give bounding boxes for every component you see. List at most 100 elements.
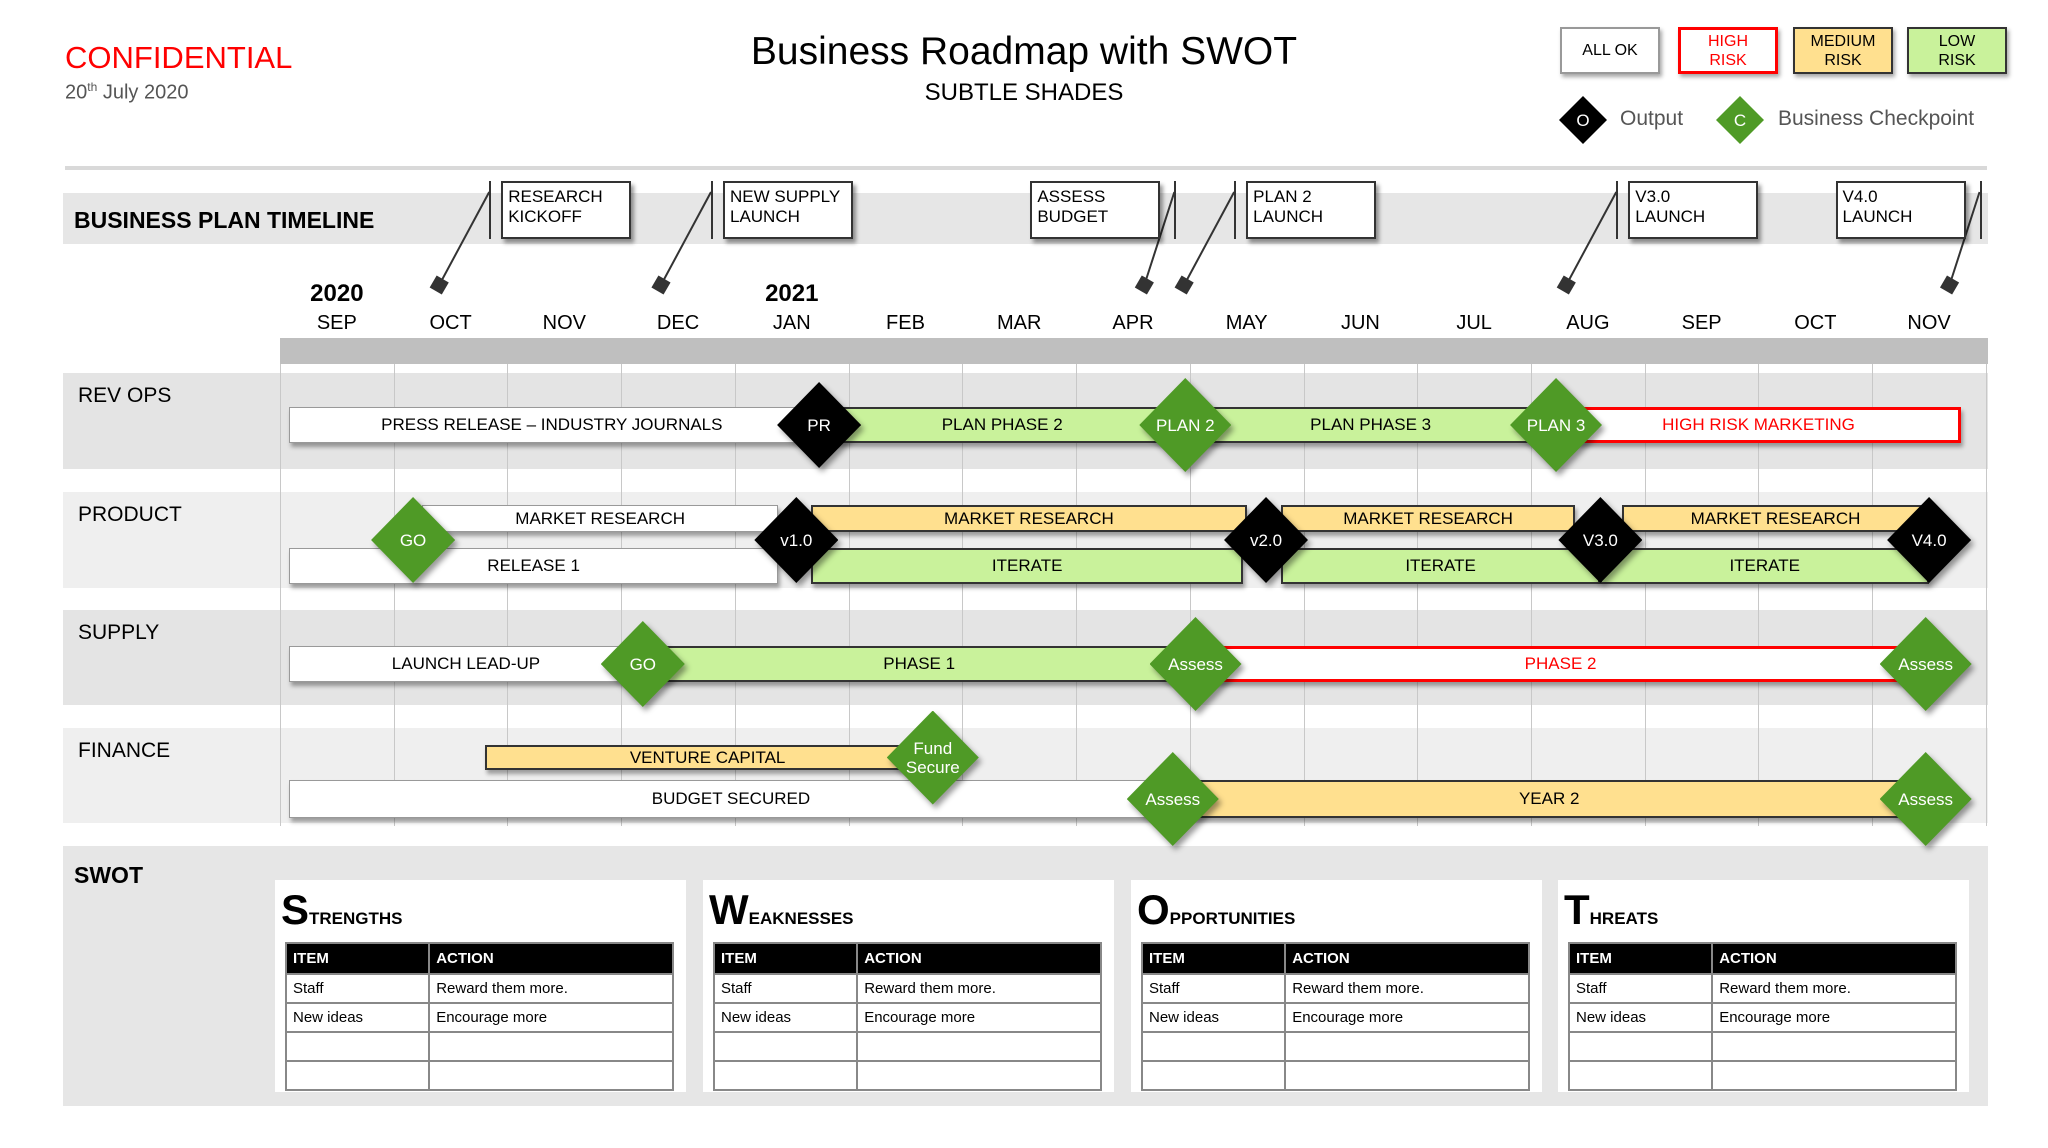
checkpoint-marker[interactable]: Assess bbox=[1126, 752, 1219, 846]
month-label: NOV bbox=[542, 312, 586, 334]
table-cell[interactable] bbox=[1284, 1031, 1530, 1062]
column-header: ITEM bbox=[712, 942, 859, 975]
milestone-callout: PLAN 2 LAUNCH bbox=[1246, 181, 1377, 239]
checkpoint-marker[interactable]: GO bbox=[600, 621, 685, 707]
marker-label: Assess bbox=[1898, 654, 1954, 674]
table-cell[interactable]: Staff bbox=[712, 973, 859, 1004]
table-cell[interactable]: Encourage more bbox=[856, 1002, 1102, 1033]
column-header: ACTION bbox=[428, 942, 674, 975]
table-cell[interactable] bbox=[284, 1060, 431, 1091]
month-label: FEB bbox=[886, 312, 925, 334]
table-header-row: ITEM ACTION bbox=[284, 942, 674, 975]
marker-label: v2.0 bbox=[1249, 530, 1283, 550]
table-cell[interactable]: Encourage more bbox=[428, 1002, 674, 1033]
table-cell[interactable]: New ideas bbox=[1567, 1002, 1714, 1033]
table-cell[interactable] bbox=[1567, 1031, 1714, 1062]
timeline-bar-low[interactable]: ITERATE bbox=[1280, 548, 1601, 584]
table-cell[interactable] bbox=[428, 1060, 674, 1091]
table-cell[interactable]: Staff bbox=[1140, 973, 1287, 1004]
table-cell[interactable] bbox=[1140, 1031, 1287, 1062]
table-cell[interactable]: Encourage more bbox=[1284, 1002, 1530, 1033]
table-cell[interactable]: Reward them more. bbox=[1711, 973, 1957, 1004]
table-cell[interactable]: New ideas bbox=[284, 1002, 431, 1033]
output-marker[interactable]: V4.0 bbox=[1887, 497, 1972, 583]
checkpoint-marker[interactable]: Assess bbox=[1879, 617, 1972, 711]
swot-panel: THREATS ITEM ACTION Staff Reward them more. N… bbox=[1558, 880, 1969, 1092]
milestone-callout-bar bbox=[1234, 181, 1237, 239]
table-cell[interactable]: New ideas bbox=[1140, 1002, 1287, 1033]
milestone-pin-icon bbox=[1556, 275, 1576, 295]
table-cell[interactable] bbox=[1284, 1060, 1530, 1091]
table-cell[interactable]: Staff bbox=[284, 973, 431, 1004]
checkpoint-marker[interactable]: Assess bbox=[1879, 752, 1972, 846]
table-cell[interactable]: Reward them more. bbox=[428, 973, 674, 1004]
output-marker[interactable]: v1.0 bbox=[754, 497, 839, 583]
table-row: New ideas Encourage more bbox=[712, 1002, 1102, 1033]
milestone-pin-icon bbox=[429, 275, 449, 295]
table-cell[interactable]: New ideas bbox=[712, 1002, 859, 1033]
timeline-bar-ok[interactable]: BUDGET SECURED bbox=[289, 780, 1173, 818]
marker-label: V3.0 bbox=[1582, 530, 1618, 550]
timeline-bar-medium[interactable]: YEAR 2 bbox=[1172, 780, 1926, 818]
column-header: ACTION bbox=[1711, 942, 1957, 975]
timeline-bar-high[interactable]: HIGH RISK MARKETING bbox=[1556, 407, 1961, 443]
timeline-bar-ok[interactable]: RELEASE 1 bbox=[289, 548, 779, 584]
output-marker[interactable]: v2.0 bbox=[1224, 497, 1309, 583]
year-label: 2021 bbox=[765, 280, 819, 307]
month-label: AUG bbox=[1566, 312, 1610, 334]
timeline-bar-low[interactable]: PLAN PHASE 3 bbox=[1185, 407, 1557, 443]
timeline-bar-ok[interactable]: LAUNCH LEAD-UP bbox=[289, 646, 643, 682]
milestone-connector-line bbox=[1565, 191, 1618, 286]
timeline-bar-low[interactable]: ITERATE bbox=[811, 548, 1244, 584]
table-cell[interactable] bbox=[712, 1031, 859, 1062]
timeline-bar-low[interactable]: PLAN PHASE 2 bbox=[819, 407, 1186, 443]
table-header-row: ITEM ACTION bbox=[712, 942, 1102, 975]
milestone-line-2: BUDGET bbox=[1037, 207, 1109, 226]
table-cell[interactable]: Staff bbox=[1567, 973, 1714, 1004]
timeline-bar-high[interactable]: PHASE 2 bbox=[1195, 646, 1926, 682]
month-label: MAY bbox=[1225, 312, 1268, 334]
table-cell[interactable] bbox=[856, 1031, 1102, 1062]
milestone-line-2: LAUNCH bbox=[1842, 207, 1913, 226]
marker-label: Assess bbox=[1898, 789, 1954, 809]
table-cell[interactable]: Reward them more. bbox=[856, 973, 1102, 1004]
table-row: New ideas Encourage more bbox=[1567, 1002, 1957, 1033]
timeline-bar-medium[interactable]: VENTURE CAPITAL bbox=[484, 745, 931, 770]
timeline-bar-low[interactable]: ITERATE bbox=[1600, 548, 1930, 584]
month-label: SEP bbox=[1681, 312, 1722, 334]
timeline-bar-medium[interactable]: MARKET RESEARCH bbox=[1622, 505, 1930, 532]
timeline-bar-ok[interactable]: PRESS RELEASE – INDUSTRY JOURNALS bbox=[289, 407, 815, 443]
checkpoint-marker[interactable]: PLAN 2 bbox=[1139, 378, 1232, 472]
marker-label: v1.0 bbox=[780, 530, 813, 550]
milestone-line-2: LAUNCH bbox=[1635, 207, 1706, 226]
table-row bbox=[1140, 1031, 1530, 1062]
milestone-callout-bar bbox=[1616, 181, 1619, 239]
table-cell[interactable] bbox=[1711, 1060, 1957, 1091]
checkpoint-marker[interactable]: PLAN 3 bbox=[1510, 378, 1603, 472]
timeline-bar-medium[interactable]: MARKET RESEARCH bbox=[1280, 505, 1576, 532]
table-cell[interactable] bbox=[284, 1031, 431, 1062]
milestone-callout: V3.0 LAUNCH bbox=[1628, 181, 1759, 239]
milestone-line-1: NEW SUPPLY bbox=[729, 187, 841, 206]
table-cell[interactable] bbox=[1711, 1031, 1957, 1062]
timeline-bar-low[interactable]: PHASE 1 bbox=[642, 646, 1196, 682]
output-marker[interactable]: V3.0 bbox=[1558, 497, 1643, 583]
heading-rest: EAKNESSES bbox=[748, 909, 854, 928]
swot-panel-heading: WEAKNESSES bbox=[709, 886, 854, 934]
milestone-callout: RESEARCH KICKOFF bbox=[501, 181, 632, 239]
table-cell[interactable] bbox=[856, 1060, 1102, 1091]
milestone-callout-bar bbox=[1174, 181, 1177, 239]
table-cell[interactable] bbox=[1140, 1060, 1287, 1091]
table-cell[interactable]: Reward them more. bbox=[1284, 973, 1530, 1004]
checkpoint-marker[interactable]: Assess bbox=[1149, 617, 1242, 711]
table-cell[interactable]: Encourage more bbox=[1711, 1002, 1957, 1033]
table-cell[interactable] bbox=[712, 1060, 859, 1091]
output-marker[interactable]: PR bbox=[777, 382, 862, 468]
table-cell[interactable] bbox=[428, 1031, 674, 1062]
milestone-callout: V4.0 LAUNCH bbox=[1835, 181, 1966, 239]
checkpoint-marker[interactable]: GO bbox=[371, 497, 456, 583]
timeline-bar-ok[interactable]: MARKET RESEARCH bbox=[422, 505, 779, 532]
table-cell[interactable] bbox=[1567, 1060, 1714, 1091]
checkpoint-marker[interactable]: Fund Secure bbox=[886, 710, 979, 805]
timeline-bar-medium[interactable]: MARKET RESEARCH bbox=[811, 505, 1247, 532]
